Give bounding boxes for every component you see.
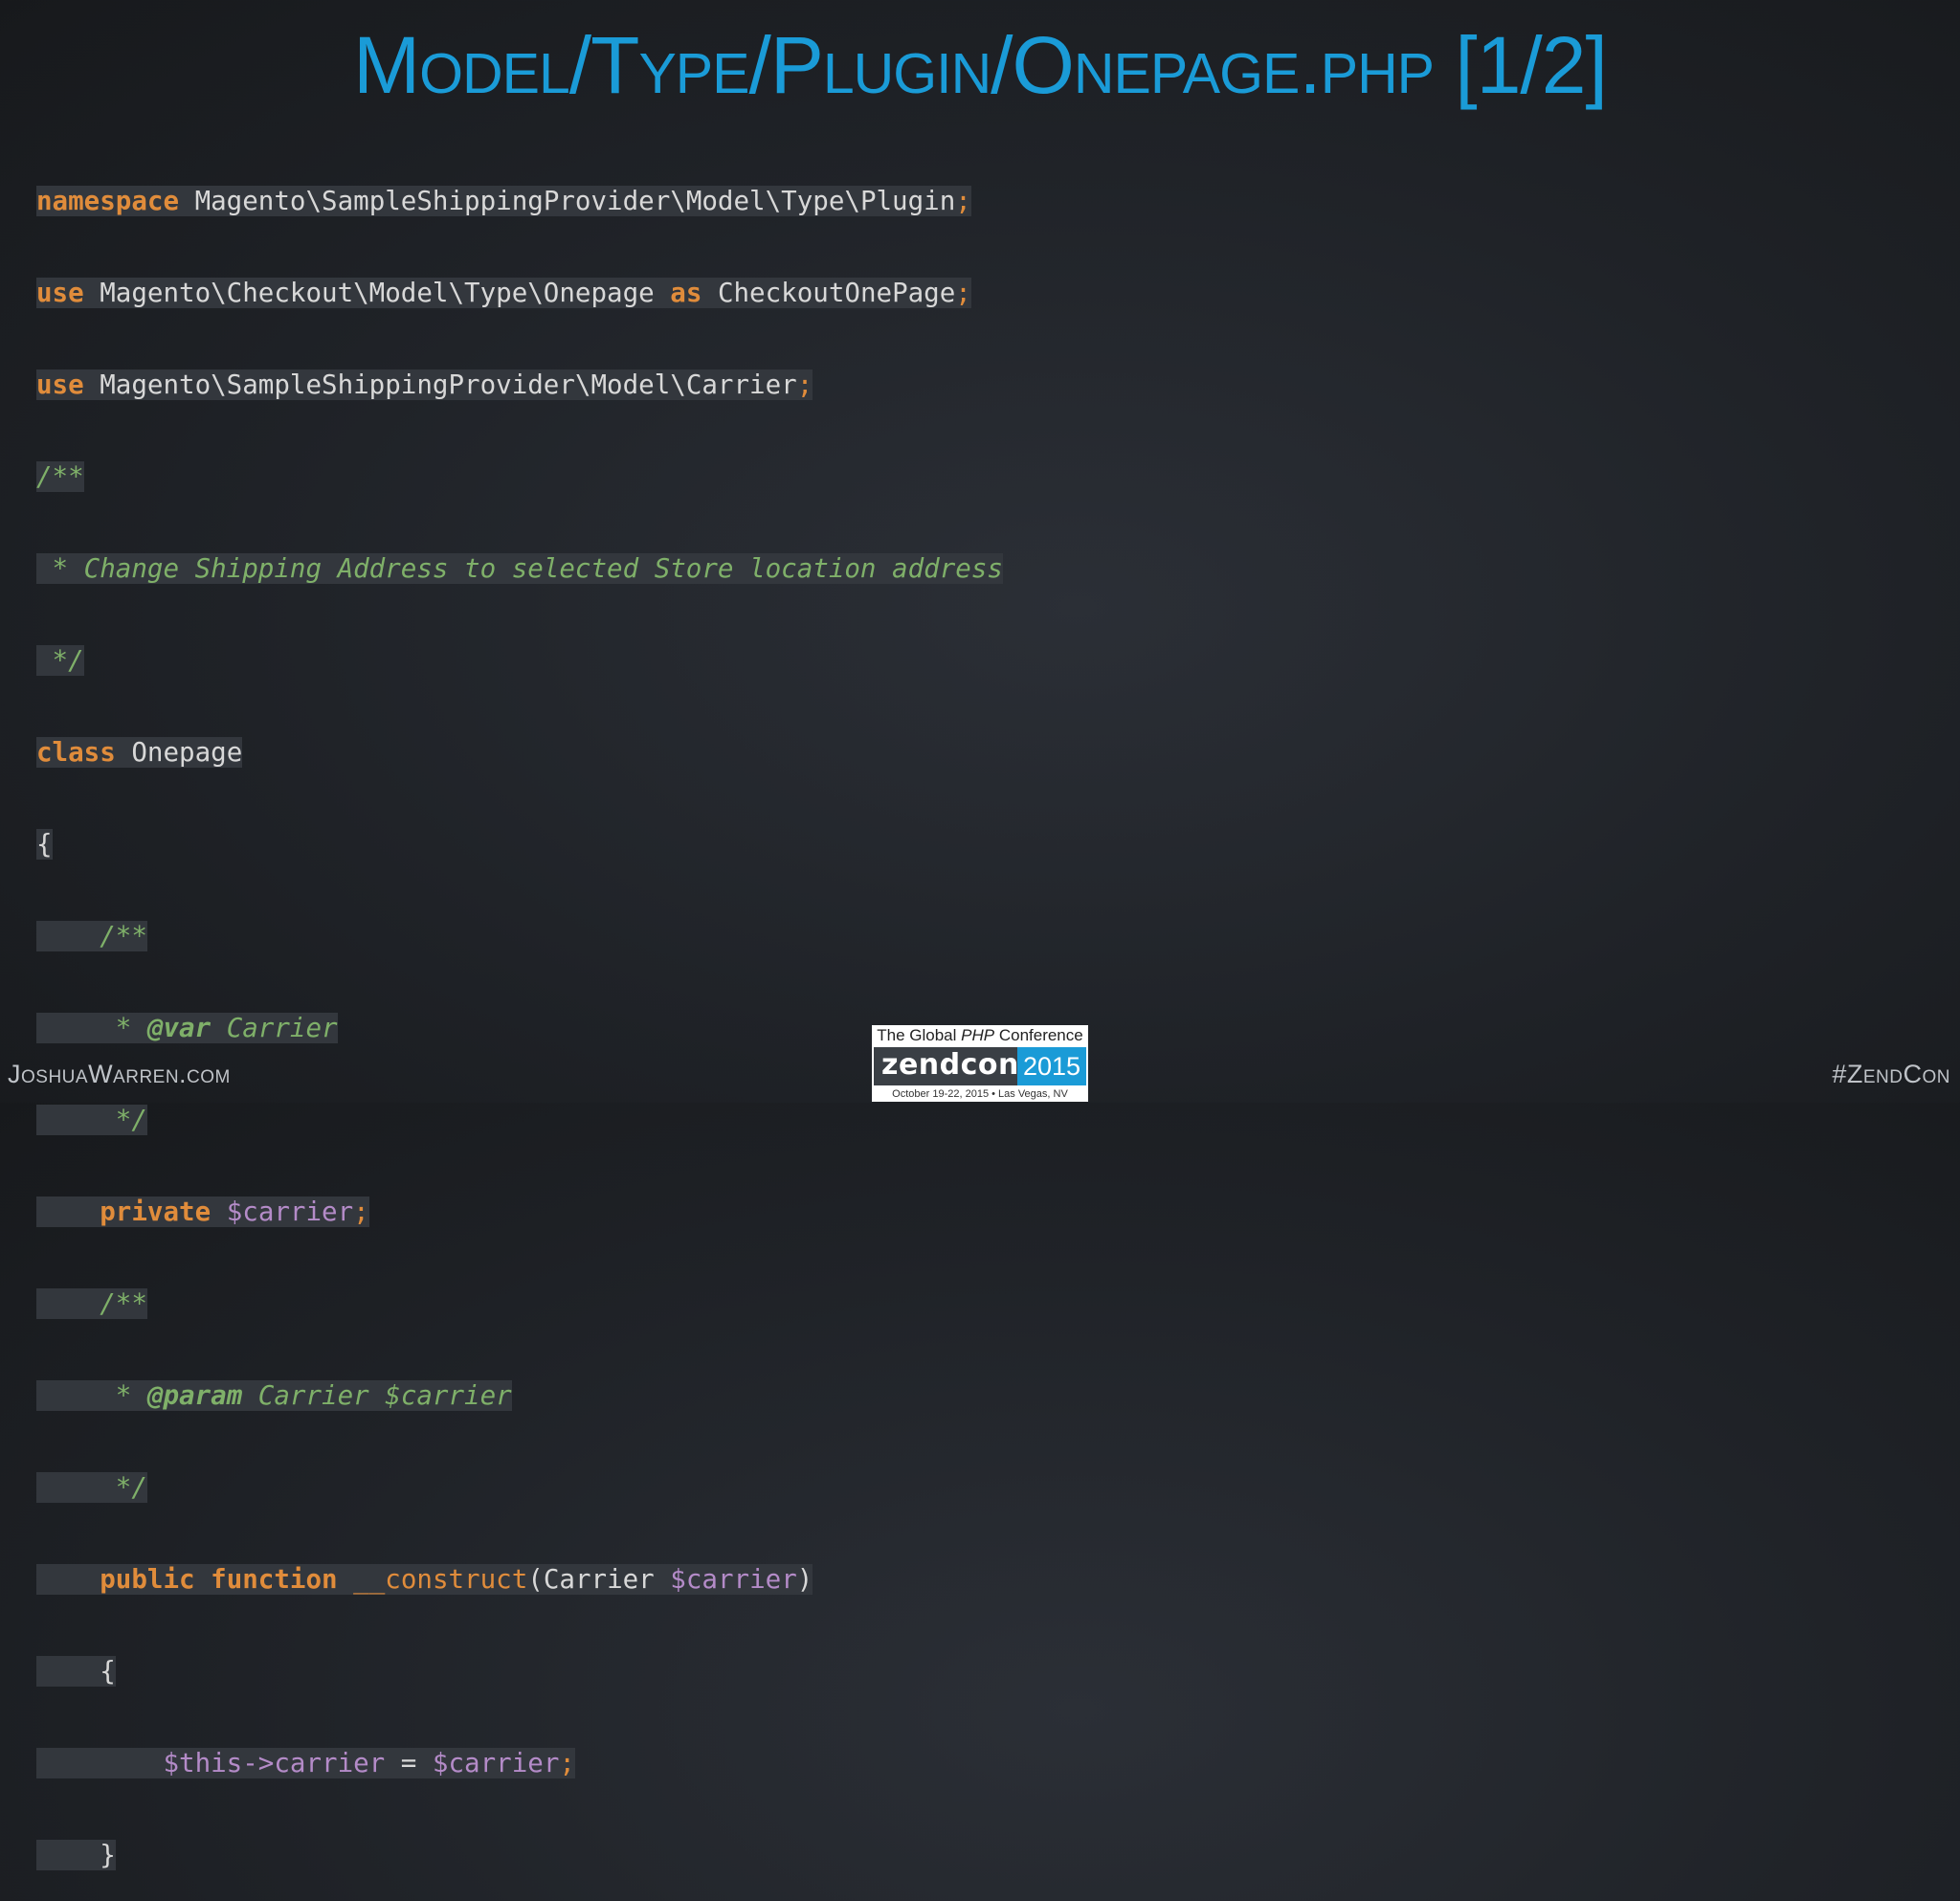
brace: { <box>36 829 53 860</box>
doc-comment: */ <box>36 1105 147 1135</box>
logo-date: October 19-22, 2015 • Las Vegas, NV <box>892 1088 1068 1100</box>
doc-tag: @param <box>146 1380 243 1411</box>
footer-hashtag: #ZendCon <box>1832 1060 1950 1088</box>
doc-comment: * Change Shipping Address to selected St… <box>36 553 1003 584</box>
logo-tagline-php: PHP <box>961 1026 995 1044</box>
variable: $carrier <box>432 1748 560 1778</box>
zendcon-logo: The Global PHP Conference zendcon 2015 O… <box>872 1025 1088 1102</box>
doc-comment: Carrier <box>211 1013 338 1043</box>
namespace-path: Magento\SampleShippingProvider\Model\Car… <box>83 369 797 400</box>
slide-title: Model/Type/Plugin/Onepage.php [1/2] <box>353 20 1608 110</box>
doc-comment: Carrier $carrier <box>242 1380 512 1411</box>
paren: ) <box>796 1564 813 1595</box>
code-line: */ <box>36 1472 1003 1503</box>
keyword: public <box>100 1564 195 1595</box>
keyword: use <box>36 369 84 400</box>
variable: $this->carrier <box>163 1748 386 1778</box>
code-line: class Onepage <box>36 737 1003 768</box>
namespace-path: Magento\Checkout\Model\Type\Onepage <box>83 278 671 308</box>
doc-comment: /** <box>36 461 84 492</box>
code-line: { <box>36 829 1003 860</box>
parameter-list: (Carrier <box>527 1564 671 1595</box>
variable: $carrier <box>226 1197 354 1227</box>
logo-tagline: The Global PHP Conference <box>872 1025 1088 1046</box>
brace: } <box>36 1840 116 1870</box>
operator: = <box>385 1748 433 1778</box>
code-line: /** <box>36 1288 1003 1319</box>
code-line: { <box>36 1656 1003 1687</box>
code-line: use Magento\SampleShippingProvider\Model… <box>36 369 1003 400</box>
code-line: /** <box>36 921 1003 951</box>
code-line: private $carrier; <box>36 1197 1003 1227</box>
keyword: namespace <box>36 186 180 216</box>
doc-comment: */ <box>36 1472 147 1503</box>
code-line: public function __construct(Carrier $car… <box>36 1564 1003 1595</box>
code-line: * @param Carrier $carrier <box>36 1380 1003 1411</box>
brace: { <box>36 1656 116 1687</box>
alias-name: CheckoutOnePage <box>702 278 956 308</box>
logo-year: 2015 <box>1017 1047 1086 1085</box>
code-line: /** <box>36 461 1003 492</box>
doc-comment: /** <box>36 1288 147 1319</box>
keyword: as <box>670 278 702 308</box>
code-line: */ <box>36 645 1003 676</box>
doc-tag: @var <box>146 1013 212 1043</box>
code-line: $this->carrier = $carrier; <box>36 1748 1003 1778</box>
code-line: * Change Shipping Address to selected St… <box>36 553 1003 584</box>
logo-tagline-text: Conference <box>994 1026 1083 1044</box>
doc-comment: * <box>36 1380 147 1411</box>
semicolon: ; <box>955 278 971 308</box>
footer-website: JoshuaWarren.com <box>8 1060 231 1088</box>
keyword: use <box>36 278 84 308</box>
semicolon: ; <box>955 186 971 216</box>
function-name: __construct <box>353 1564 528 1595</box>
code-line: use Magento\Checkout\Model\Type\Onepage … <box>36 278 1003 308</box>
code-line: * @var Carrier <box>36 1013 1003 1043</box>
code-line: namespace Magento\SampleShippingProvider… <box>36 186 1003 216</box>
doc-comment: * <box>36 1013 147 1043</box>
code-line: } <box>36 1840 1003 1870</box>
code-line: */ <box>36 1105 1003 1135</box>
keyword: private <box>100 1197 212 1227</box>
logo-tagline-text: The Global <box>877 1026 962 1044</box>
semicolon: ; <box>559 1748 575 1778</box>
code-block: namespace Magento\SampleShippingProvider… <box>36 124 1003 1901</box>
class-name: Onepage <box>115 737 243 768</box>
logo-band: zendcon 2015 <box>874 1047 1086 1085</box>
variable: $carrier <box>670 1564 797 1595</box>
semicolon: ; <box>796 369 813 400</box>
semicolon: ; <box>353 1197 369 1227</box>
logo-wordmark: zendcon <box>881 1048 1019 1082</box>
doc-comment: /** <box>36 921 147 951</box>
namespace-path: Magento\SampleShippingProvider\Model\Typ… <box>179 186 956 216</box>
doc-comment: */ <box>36 645 84 676</box>
keyword: function <box>211 1564 338 1595</box>
keyword: class <box>36 737 116 768</box>
